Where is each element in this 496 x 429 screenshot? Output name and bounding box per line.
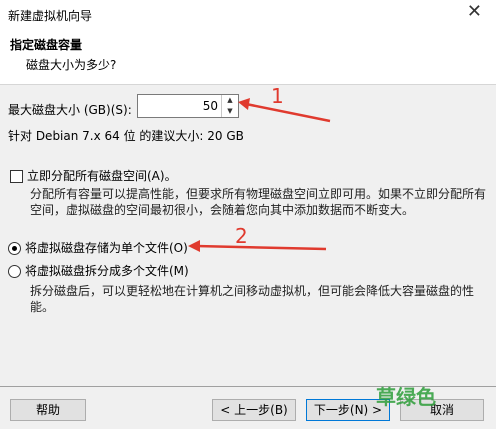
annotation-arrow-2	[195, 244, 327, 251]
split-description: 拆分磁盘后，可以更轻松地在计算机之间移动虚拟机，但可能会降低大容量磁盘的性 能。	[30, 283, 474, 315]
store-single-file-option[interactable]: 将虚拟磁盘存储为单个文件(O)	[8, 239, 188, 256]
allocate-all-checkbox-row[interactable]: 立即分配所有磁盘空间(A)。	[10, 167, 177, 184]
split-description-line2: 能。	[30, 300, 55, 314]
annotation-number-1: 1	[271, 84, 284, 108]
allocate-description-line2: 空间，虚拟磁盘的空间最初很小，会随着您向其中添加数据而不断变大。	[30, 203, 415, 217]
split-multiple-files-label: 将虚拟磁盘拆分成多个文件(M)	[25, 264, 189, 278]
split-multiple-files-radio[interactable]	[8, 265, 21, 278]
annotation-number-2: 2	[235, 224, 248, 248]
watermark: 草绿色	[376, 385, 436, 409]
allocate-all-label: 立即分配所有磁盘空间(A)。	[27, 169, 177, 183]
recommended-size-text: 针对 Debian 7.x 64 位 的建议大小: 20 GB	[8, 129, 244, 143]
help-button[interactable]: 帮助	[10, 399, 86, 421]
back-button[interactable]: < 上一步(B)	[212, 399, 296, 421]
allocate-description-line1: 分配所有容量可以提高性能，但要求所有物理磁盘空间立即可用。如果不立即分配所有	[30, 187, 487, 201]
store-single-file-radio[interactable]	[8, 242, 21, 255]
split-description-line1: 拆分磁盘后，可以更轻松地在计算机之间移动虚拟机，但可能会降低大容量磁盘的性	[30, 284, 475, 298]
split-multiple-files-option[interactable]: 将虚拟磁盘拆分成多个文件(M)	[8, 262, 189, 279]
store-single-file-label: 将虚拟磁盘存储为单个文件(O)	[25, 241, 188, 255]
allocate-all-checkbox[interactable]	[10, 170, 23, 183]
allocate-description: 分配所有容量可以提高性能，但要求所有物理磁盘空间立即可用。如果不立即分配所有 空…	[30, 186, 486, 218]
